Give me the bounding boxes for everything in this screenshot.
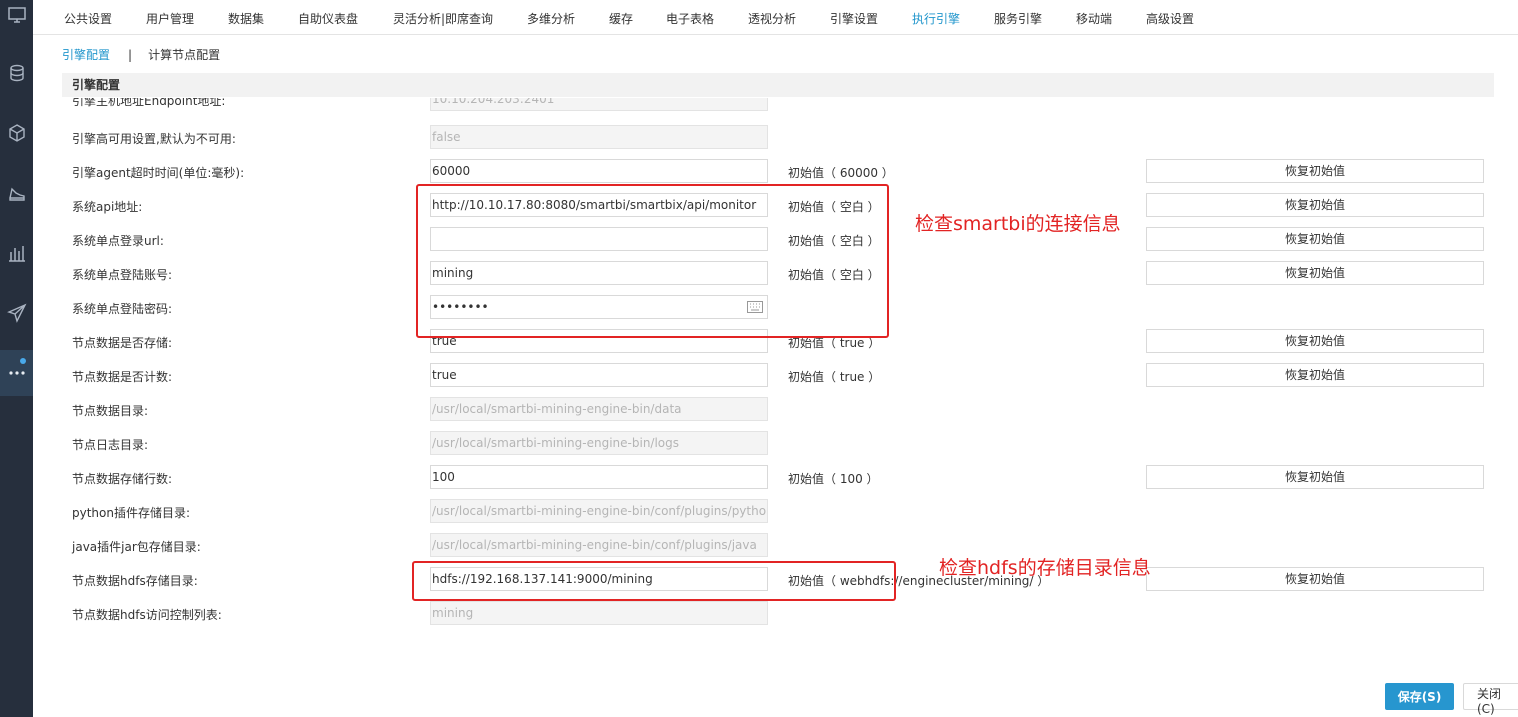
config-label: 节点数据是否计数: — [72, 370, 173, 384]
save-button[interactable]: 保存(S) — [1385, 683, 1454, 710]
reset-default-button[interactable]: 恢复初始值 — [1146, 465, 1484, 489]
config-label: 引擎agent超时时间(单位:毫秒): — [72, 166, 245, 180]
reset-default-button[interactable]: 恢复初始值 — [1146, 363, 1484, 387]
config-label: 引擎主机地址Endpoint地址: — [72, 98, 226, 108]
config-label: 节点数据hdfs访问控制列表: — [72, 608, 222, 622]
config-input-value: mining — [432, 606, 474, 620]
config-label: 节点日志目录: — [72, 438, 149, 452]
config-input: false — [430, 125, 768, 149]
config-input-value: /usr/local/smartbi-mining-engine-bin/log… — [432, 436, 680, 450]
tab-item[interactable]: 缓存 — [609, 10, 633, 27]
subtab-compute-node-config[interactable]: 计算节点配置 — [148, 48, 220, 62]
config-input[interactable]: 60000 — [430, 159, 768, 183]
config-row: 引擎主机地址Endpoint地址: 10.10.204.203:2401 — [0, 98, 1518, 118]
reset-default-button[interactable]: 恢复初始值 — [1146, 329, 1484, 353]
tab-item[interactable]: 公共设置 — [64, 10, 112, 27]
reset-default-button[interactable]: 恢复初始值 — [1146, 227, 1484, 251]
tab-item[interactable]: 引擎设置 — [830, 10, 878, 27]
config-row: 节点数据目录: /usr/local/smartbi-mining-engine-… — [0, 394, 1518, 428]
config-label: 系统单点登陆密码: — [72, 302, 173, 316]
config-input[interactable]: true — [430, 363, 768, 387]
config-input-value: 10.10.204.203:2401 — [432, 98, 555, 106]
config-input-value: /usr/local/smartbi-mining-engine-bin/con… — [432, 538, 757, 552]
annotation-box-hdfs — [412, 561, 896, 601]
config-label: 系统api地址: — [72, 200, 143, 214]
top-tab-bar: 公共设置 用户管理 数据集 自助仪表盘 灵活分析|即席查询 多维分析 缓存 电子表格 透视分析 引… — [33, 0, 1518, 35]
config-input-value: /usr/local/smartbi-mining-engine-bin/con… — [432, 504, 768, 518]
monitor-icon[interactable] — [0, 0, 33, 30]
close-button[interactable]: 关闭(C) — [1463, 683, 1518, 716]
config-input: /usr/local/smartbi-mining-engine-bin/log… — [430, 431, 768, 455]
tab-item[interactable]: 用户管理 — [146, 10, 194, 27]
sub-tabs: 引擎配置 | 计算节点配置 — [62, 46, 220, 63]
tab-item[interactable]: 移动端 — [1076, 10, 1112, 27]
subtab-engine-config[interactable]: 引擎配置 — [62, 48, 110, 62]
reset-default-button[interactable]: 恢复初始值 — [1146, 159, 1484, 183]
tab-item[interactable]: 服务引擎 — [994, 10, 1042, 27]
config-input: /usr/local/smartbi-mining-engine-bin/con… — [430, 533, 768, 557]
tab-item[interactable]: 数据集 — [228, 10, 264, 27]
annotation-text-hdfs: 检查hdfs的存储目录信息 — [939, 557, 1151, 579]
config-row: 节点数据hdfs访问控制列表: mining — [0, 598, 1518, 628]
config-row: 引擎高可用设置,默认为不可用: false — [0, 122, 1518, 156]
config-label: 节点数据目录: — [72, 404, 149, 418]
tab-item[interactable]: 透视分析 — [748, 10, 796, 27]
config-label: 节点数据是否存储: — [72, 336, 173, 350]
reset-default-button[interactable]: 恢复初始值 — [1146, 567, 1484, 591]
config-input: 10.10.204.203:2401 — [430, 98, 768, 111]
config-input: /usr/local/smartbi-mining-engine-bin/dat… — [430, 397, 768, 421]
config-label: 引擎高可用设置,默认为不可用: — [72, 132, 236, 146]
initial-value-text: 初始值（ 100 ） — [788, 472, 879, 486]
section-title: 引擎配置 — [62, 73, 1494, 97]
reset-default-button[interactable]: 恢复初始值 — [1146, 261, 1484, 285]
config-row: python插件存储目录: /usr/local/smartbi-mining-e… — [0, 496, 1518, 530]
subtab-separator: | — [128, 48, 133, 62]
config-row: 节点日志目录: /usr/local/smartbi-mining-engine-… — [0, 428, 1518, 462]
config-input-value: 60000 — [432, 164, 471, 178]
tab-item[interactable]: 灵活分析|即席查询 — [393, 10, 493, 27]
config-label: java插件jar包存储目录: — [72, 540, 201, 554]
config-input: /usr/local/smartbi-mining-engine-bin/con… — [430, 499, 768, 523]
tab-item[interactable]: 多维分析 — [527, 10, 575, 27]
tab-item[interactable]: 高级设置 — [1146, 10, 1194, 27]
tab-item[interactable]: 电子表格 — [666, 10, 714, 27]
tab-item[interactable]: 执行引擎 — [912, 10, 960, 27]
config-label: 系统单点登陆账号: — [72, 268, 173, 282]
config-input[interactable]: 100 — [430, 465, 768, 489]
tab-item[interactable]: 自助仪表盘 — [298, 10, 358, 27]
config-row: java插件jar包存储目录: /usr/local/smartbi-mining… — [0, 530, 1518, 564]
config-label: 节点数据hdfs存储目录: — [72, 574, 198, 588]
config-row: 节点数据存储行数: 100 初始值（ 100 ） 恢复初始值 — [0, 462, 1518, 496]
initial-value-text: 初始值（ 60000 ） — [788, 166, 894, 180]
config-input-value: true — [432, 368, 457, 382]
config-input: mining — [430, 601, 768, 625]
config-input-value: 100 — [432, 470, 455, 484]
config-label: 系统单点登录url: — [72, 234, 164, 248]
config-input-value: /usr/local/smartbi-mining-engine-bin/dat… — [432, 402, 682, 416]
config-row: 节点数据是否计数: true 初始值（ true ） 恢复初始值 — [0, 360, 1518, 394]
initial-value-text: 初始值（ true ） — [788, 370, 881, 384]
config-label: python插件存储目录: — [72, 506, 191, 520]
config-form: 引擎主机地址Endpoint地址: 10.10.204.203:2401 引擎高可用… — [0, 98, 1518, 628]
config-input-value: false — [432, 130, 461, 144]
config-label: 节点数据存储行数: — [72, 472, 173, 486]
reset-default-button[interactable]: 恢复初始值 — [1146, 193, 1484, 217]
database-icon[interactable] — [0, 58, 33, 88]
annotation-text-smartbi: 检查smartbi的连接信息 — [915, 213, 1121, 235]
annotation-box-smartbi — [416, 184, 889, 338]
